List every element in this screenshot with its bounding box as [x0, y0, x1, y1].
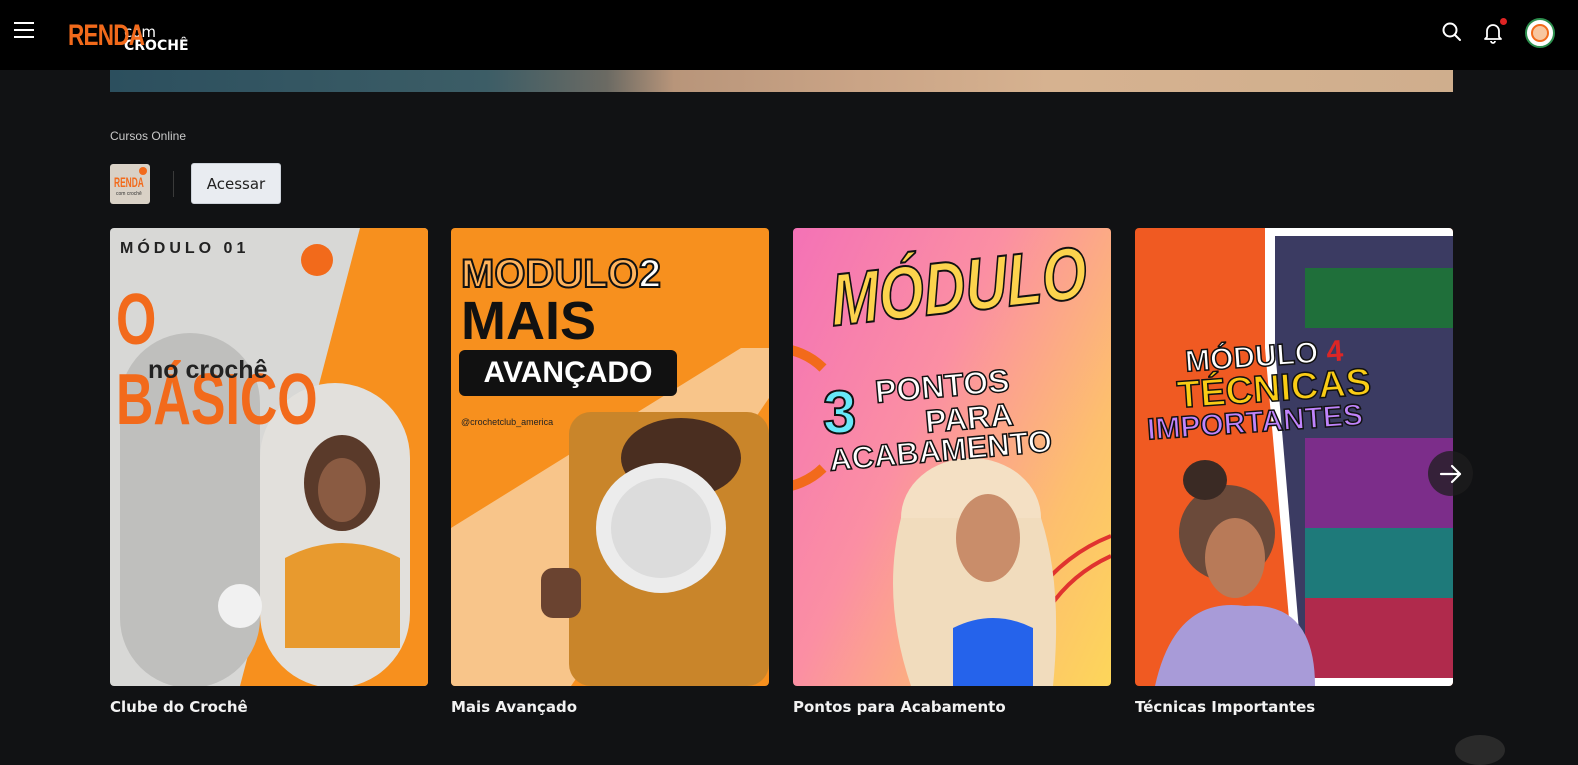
card-1-title[interactable]: Clube do Crochê [110, 698, 248, 716]
top-bar: RENDA com CROCHÊ [0, 0, 1578, 70]
divider [173, 171, 174, 197]
hero-banner [110, 70, 1453, 92]
module-card-2[interactable]: MODULO2 MAIS AVANÇADO @crochetclub_ameri… [451, 228, 769, 686]
access-button[interactable]: Acessar [191, 163, 281, 204]
card-2-title[interactable]: Mais Avançado [451, 698, 577, 716]
menu-icon[interactable] [14, 22, 34, 40]
card-1-module-label: MÓDULO 01 [120, 240, 250, 257]
card-2-subtitle: AVANÇADO [459, 350, 677, 396]
notification-dot [1500, 18, 1507, 25]
card-4-title[interactable]: Técnicas Importantes [1135, 698, 1315, 716]
bell-icon[interactable] [1481, 18, 1507, 44]
search-icon[interactable] [1440, 20, 1464, 44]
course-logo-thumbnail[interactable]: RENDA com crochê [110, 164, 150, 204]
module-card-1[interactable]: MÓDULO 01 O BÁSICO no crochê [110, 228, 428, 686]
logo-renda-text: RENDA [68, 19, 145, 52]
card-2-headline: MAIS [461, 291, 596, 351]
module-card-4[interactable]: MÓDULO 4 TÉCNICAS IMPORTANTES [1135, 228, 1453, 686]
carousel-next-arrow-icon[interactable] [1428, 451, 1473, 496]
card-3-title[interactable]: Pontos para Acabamento [793, 698, 1006, 716]
avatar[interactable] [1525, 18, 1555, 48]
card-1-subtitle: no crochê [148, 356, 268, 384]
avatar-image [1531, 24, 1549, 42]
floating-widget[interactable] [1455, 735, 1505, 765]
card-2-module-number: 2 [638, 251, 662, 297]
section-title: Cursos Online [110, 129, 187, 143]
card-4-artwork [1155, 228, 1453, 686]
course-logo-subtext: com crochê [116, 191, 142, 197]
card-2-handle: @crochetclub_america [461, 417, 554, 427]
course-logo-text: RENDA [114, 174, 144, 190]
card-3-module-number: 3 [822, 378, 857, 447]
module-card-3[interactable]: MÓDULO 3 PONTOS PARA ACABAMENTO [793, 228, 1111, 686]
site-logo[interactable]: RENDA com CROCHÊ [68, 17, 189, 53]
